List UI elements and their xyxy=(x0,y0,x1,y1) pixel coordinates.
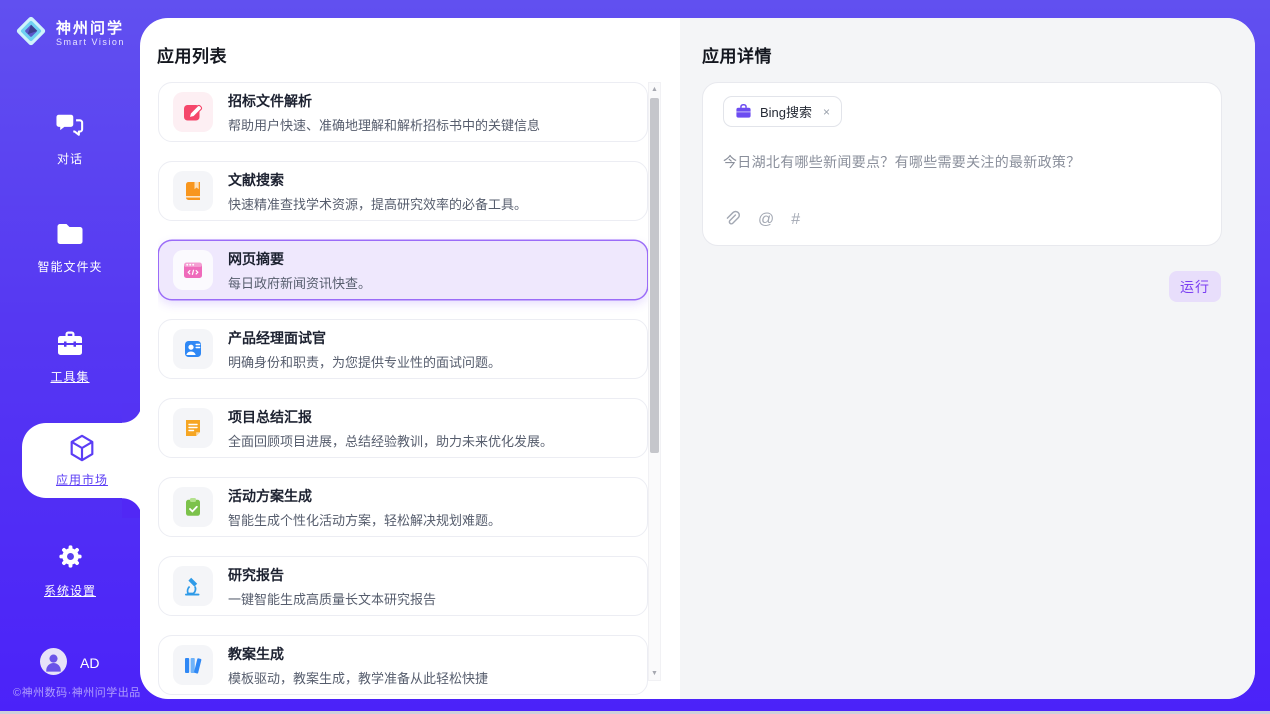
clipboard-check-icon xyxy=(173,487,213,527)
app-detail-section: 应用详情 Bing搜索 × 今日湖北有哪些新闻要点？有哪些需要关注的最新政策？ xyxy=(680,18,1255,699)
sidebar-item-label: 工具集 xyxy=(50,368,89,385)
toolbox-icon xyxy=(56,330,84,359)
app-list-section: 应用列表 招标文件解析 帮助用户快速、准确地理解和解析招标书中的关键信息 xyxy=(140,18,680,699)
app-name: 网页摘要 xyxy=(228,249,371,269)
avatar xyxy=(40,648,67,678)
tool-chip-label: Bing搜索 xyxy=(760,102,812,121)
app-detail-title: 应用详情 xyxy=(702,42,772,67)
sidebar-item-toolset[interactable]: 工具集 xyxy=(0,330,140,385)
sidebar-item-smart-folder[interactable]: 智能文件夹 xyxy=(0,222,140,275)
copyright-footer: ©神州数码·神州问学出品 xyxy=(13,684,141,700)
scrollbar-up-arrow[interactable]: ▲ xyxy=(649,86,660,93)
app-card-lesson-plan[interactable]: 教案生成 模板驱动，教案生成，教学准备从此轻松快捷 xyxy=(158,635,648,695)
edit-document-icon xyxy=(173,92,213,132)
brand-tagline: Smart Vision xyxy=(56,37,125,47)
mention-icon[interactable]: @ xyxy=(758,211,774,229)
app-name: 招标文件解析 xyxy=(228,91,540,111)
gear-icon xyxy=(57,543,84,573)
app-description: 快速精准查找学术资源，提高研究效率的必备工具。 xyxy=(228,194,527,213)
scrollbar-down-arrow[interactable]: ▼ xyxy=(649,670,660,677)
sidebar-item-app-market[interactable]: 应用市场 xyxy=(22,423,142,498)
app-list: 招标文件解析 帮助用户快速、准确地理解和解析招标书中的关键信息 文献搜索 快速精… xyxy=(158,82,648,699)
query-text[interactable]: 今日湖北有哪些新闻要点？有哪些需要关注的最新政策？ xyxy=(723,152,1081,172)
sidebar-item-label: 智能文件夹 xyxy=(37,258,102,275)
app-description: 全面回顾项目进展，总结经验教训，助力未来优化发展。 xyxy=(228,431,553,450)
app-card-literature-search[interactable]: 文献搜索 快速精准查找学术资源，提高研究效率的必备工具。 xyxy=(158,161,648,221)
app-card-research-report[interactable]: 研究报告 一键智能生成高质量长文本研究报告 xyxy=(158,556,648,616)
sidebar: 神州问学 Smart Vision 对话 智能文件夹 工具集 xyxy=(0,0,140,714)
interviewer-icon xyxy=(173,329,213,369)
sidebar-item-label: 系统设置 xyxy=(44,582,96,599)
app-name: 产品经理面试官 xyxy=(228,328,501,348)
user-label: AD xyxy=(80,655,99,671)
app-name: 活动方案生成 xyxy=(228,486,501,506)
brand-logo: 神州问学 Smart Vision xyxy=(13,13,125,54)
folder-icon xyxy=(56,222,84,249)
app-description: 模板驱动，教案生成，教学准备从此轻松快捷 xyxy=(228,668,488,687)
sidebar-item-label: 对话 xyxy=(57,150,83,167)
tool-chip-bing-search[interactable]: Bing搜索 × xyxy=(723,96,842,127)
sidebar-item-chat[interactable]: 对话 xyxy=(0,112,140,167)
app-card-bid-parse[interactable]: 招标文件解析 帮助用户快速、准确地理解和解析招标书中的关键信息 xyxy=(158,82,648,142)
app-description: 智能生成个性化活动方案，轻松解决规划难题。 xyxy=(228,510,501,529)
app-description: 一键智能生成高质量长文本研究报告 xyxy=(228,589,436,608)
sidebar-item-settings[interactable]: 系统设置 xyxy=(0,543,140,599)
prompt-card[interactable]: Bing搜索 × 今日湖北有哪些新闻要点？有哪些需要关注的最新政策？ @ # xyxy=(702,82,1222,246)
user-account[interactable]: AD xyxy=(40,648,99,678)
app-name: 文献搜索 xyxy=(228,170,527,190)
briefcase-icon xyxy=(735,103,752,120)
books-icon xyxy=(173,645,213,685)
app-description: 每日政府新闻资讯快查。 xyxy=(228,273,371,292)
app-list-title: 应用列表 xyxy=(157,42,227,67)
sidebar-item-label: 应用市场 xyxy=(56,471,108,488)
app-name: 教案生成 xyxy=(228,644,488,664)
app-card-event-plan[interactable]: 活动方案生成 智能生成个性化活动方案，轻松解决规划难题。 xyxy=(158,477,648,537)
chip-close-icon[interactable]: × xyxy=(823,105,830,119)
memo-icon xyxy=(173,408,213,448)
app-card-project-summary[interactable]: 项目总结汇报 全面回顾项目进展，总结经验教训，助力未来优化发展。 xyxy=(158,398,648,458)
app-description: 明确身份和职责，为您提供专业性的面试问题。 xyxy=(228,352,501,371)
research-icon xyxy=(173,566,213,606)
hashtag-icon[interactable]: # xyxy=(791,211,800,229)
attachment-toolbar: @ # xyxy=(723,210,800,229)
diamond-logo-icon xyxy=(13,13,49,54)
app-name: 研究报告 xyxy=(228,565,436,585)
paperclip-icon[interactable] xyxy=(723,210,741,229)
app-list-scrollbar[interactable]: ▲ ▼ xyxy=(648,82,661,681)
webpage-code-icon xyxy=(173,250,213,290)
app-card-pm-interviewer[interactable]: 产品经理面试官 明确身份和职责，为您提供专业性的面试问题。 xyxy=(158,319,648,379)
main-panel: 应用列表 招标文件解析 帮助用户快速、准确地理解和解析招标书中的关键信息 xyxy=(140,18,1255,699)
run-button[interactable]: 运行 xyxy=(1169,271,1221,302)
app-card-webpage-summary[interactable]: 网页摘要 每日政府新闻资讯快查。 xyxy=(158,240,648,300)
brand-name: 神州问学 xyxy=(56,20,125,37)
book-icon xyxy=(173,171,213,211)
app-description: 帮助用户快速、准确地理解和解析招标书中的关键信息 xyxy=(228,115,540,134)
chat-icon xyxy=(56,112,84,141)
cube-icon xyxy=(67,433,97,466)
scrollbar-thumb[interactable] xyxy=(650,98,659,453)
app-name: 项目总结汇报 xyxy=(228,407,553,427)
